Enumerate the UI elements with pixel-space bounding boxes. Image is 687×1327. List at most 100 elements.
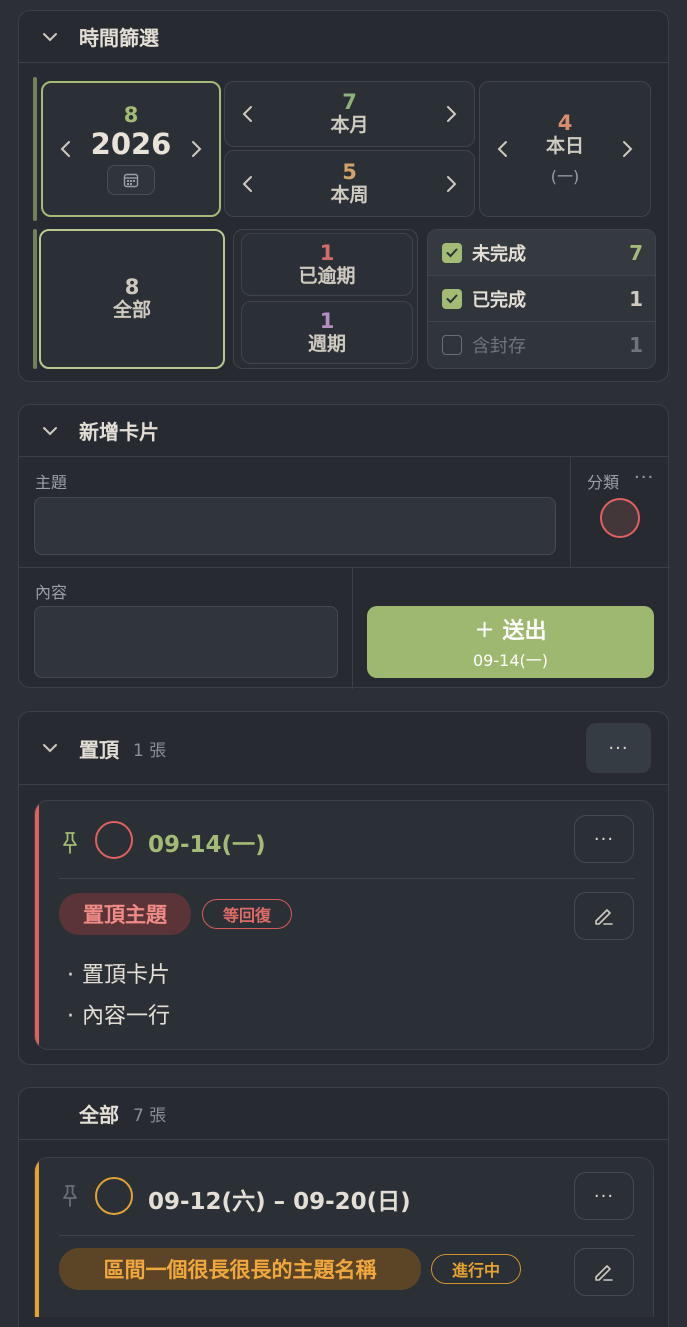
recurring-filter[interactable]: 1 週期: [241, 301, 413, 364]
card-divider: [59, 1235, 635, 1236]
pinned-menu-button[interactable]: ···: [586, 723, 651, 773]
status-label: 已完成: [472, 289, 526, 311]
chevron-down-icon: [43, 426, 57, 435]
card-date: 09-14(一): [148, 832, 266, 858]
more-icon: ···: [593, 828, 615, 850]
year-label: 2026: [90, 127, 172, 162]
all-cards-header[interactable]: 全部 7 張: [19, 1088, 668, 1140]
week-next-icon[interactable]: [444, 174, 458, 194]
all-accent: [33, 229, 37, 369]
all-cards-count: 7 張: [133, 1106, 167, 1126]
checkbox-checked-icon[interactable]: [442, 242, 462, 263]
year-prev-icon[interactable]: [59, 139, 73, 159]
new-card-title: 新增卡片: [79, 420, 159, 444]
all-cards-panel: 全部 7 張 09-12(六) – 09-20(日) ··· 區間一個很長很長的…: [18, 1087, 669, 1327]
content-input[interactable]: [34, 606, 338, 678]
all-cards-title: 全部: [79, 1103, 119, 1127]
status-complete[interactable]: 已完成 1: [428, 276, 655, 322]
pinned-card[interactable]: 09-14(一) ··· 置頂主題 等回復 · 置頂卡片 · 內容一行: [34, 800, 654, 1050]
recurring-count: 1: [319, 308, 335, 333]
card-menu-button[interactable]: ···: [574, 1172, 634, 1220]
month-filter[interactable]: 7 本月: [224, 81, 475, 147]
pencil-icon: [595, 1265, 613, 1281]
status-count: 1: [629, 286, 643, 311]
content-label: 內容: [35, 583, 68, 602]
all-filter[interactable]: 8 全部: [39, 229, 225, 369]
bullet-icon: ·: [67, 963, 74, 988]
submit-row: + 送出: [474, 613, 546, 645]
month-next-icon[interactable]: [444, 104, 458, 124]
new-card-header[interactable]: 新增卡片: [19, 405, 668, 457]
status-badge: 進行中: [431, 1254, 521, 1284]
checkbox-checked-icon[interactable]: [442, 288, 462, 309]
status-count: 7: [629, 240, 643, 265]
pin-icon[interactable]: [59, 1184, 81, 1208]
calendar-icon: [123, 173, 139, 188]
subject-label: 主題: [35, 473, 68, 492]
range-card[interactable]: 09-12(六) – 09-20(日) ··· 區間一個很長很長的主題名稱 進行…: [34, 1157, 654, 1317]
card-divider: [59, 878, 635, 879]
status-list: 未完成 7 已完成 1 含封存 1: [427, 229, 656, 369]
recurring-label: 週期: [307, 332, 346, 355]
subject-input[interactable]: [34, 497, 556, 555]
status-circle-icon[interactable]: [95, 1177, 133, 1215]
divider-horizontal: [19, 567, 670, 568]
status-label: 含封存: [472, 336, 526, 357]
day-next-icon[interactable]: [620, 139, 634, 159]
time-filter-header[interactable]: 時間篩選: [19, 11, 668, 63]
all-label: 全部: [112, 299, 151, 322]
category-color-button[interactable]: [600, 498, 640, 538]
submit-label: 送出: [502, 619, 547, 644]
card-line-text: 內容一行: [82, 1004, 171, 1029]
day-weekday: (一): [550, 166, 580, 186]
card-accent-bar: [35, 1158, 39, 1317]
calendar-button[interactable]: [107, 165, 155, 196]
more-icon[interactable]: ···: [634, 467, 654, 488]
status-count: 1: [629, 333, 643, 357]
week-filter[interactable]: 5 本周: [224, 150, 475, 217]
overdue-label: 已逾期: [298, 264, 356, 287]
overdue-count: 1: [319, 240, 335, 265]
pin-icon[interactable]: [59, 831, 81, 855]
chevron-down-icon: [43, 744, 57, 753]
year-accent: [33, 77, 37, 221]
divider-vertical-2: [352, 567, 353, 689]
pinned-header[interactable]: 置頂 1 張: [19, 712, 668, 785]
pinned-title: 置頂: [79, 737, 119, 762]
new-card-panel: 新增卡片 主題 分類 ··· 內容 + 送出 09-14(一): [18, 404, 670, 689]
status-circle-icon[interactable]: [95, 821, 133, 859]
day-label: 本日: [545, 135, 584, 158]
year-next-icon[interactable]: [189, 139, 203, 159]
divider-vertical: [570, 457, 571, 567]
submit-date: 09-14(一): [473, 651, 548, 670]
plus-icon: +: [474, 615, 495, 643]
checkbox-empty-icon[interactable]: [442, 335, 462, 355]
card-menu-button[interactable]: ···: [574, 815, 634, 863]
edit-button[interactable]: [574, 1248, 634, 1296]
status-badge: 等回復: [202, 899, 292, 929]
week-count: 5: [342, 159, 357, 184]
pencil-icon: [595, 909, 613, 925]
day-filter[interactable]: 4 本日 (一): [479, 81, 651, 217]
status-incomplete[interactable]: 未完成 7: [428, 230, 655, 276]
time-filter-title: 時間篩選: [79, 26, 159, 50]
month-prev-icon[interactable]: [241, 104, 255, 124]
card-date: 09-12(六) – 09-20(日): [148, 1189, 411, 1215]
submit-button[interactable]: + 送出 09-14(一): [367, 606, 654, 678]
edit-button[interactable]: [574, 892, 634, 940]
pinned-count: 1 張: [133, 740, 167, 761]
status-archived[interactable]: 含封存 1: [428, 322, 655, 368]
card-accent-bar: [35, 801, 39, 1049]
month-count: 7: [342, 90, 357, 115]
year-count: 8: [123, 102, 139, 127]
year-filter[interactable]: 8 2026: [41, 81, 221, 217]
week-prev-icon[interactable]: [241, 174, 255, 194]
overdue-filter[interactable]: 1 已逾期: [241, 233, 413, 296]
day-prev-icon[interactable]: [496, 139, 510, 159]
more-icon: ···: [608, 737, 629, 759]
card-line-text: 置頂卡片: [82, 963, 171, 988]
all-count: 8: [124, 275, 140, 300]
status-label: 未完成: [472, 243, 526, 265]
subject-tag: 置頂主題: [59, 893, 191, 935]
month-label: 本月: [330, 114, 369, 137]
